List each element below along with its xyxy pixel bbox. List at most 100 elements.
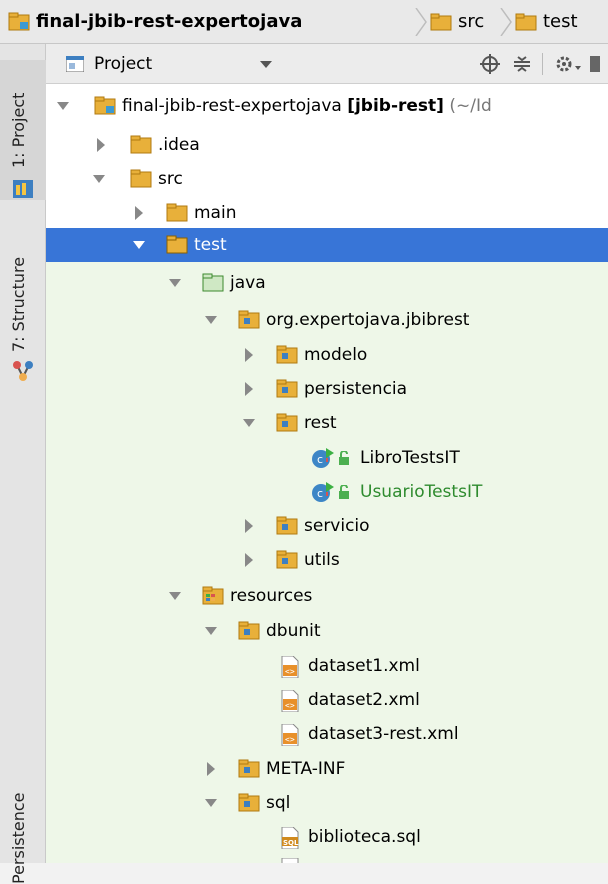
package-icon xyxy=(238,310,260,329)
breadcrumb-test-label: test xyxy=(543,11,578,32)
expanded-arrow-icon xyxy=(205,627,217,635)
tree-node-label: org.expertojava.jbibrest xyxy=(266,310,470,330)
toolbar-divider xyxy=(542,53,543,75)
tree-node-rest[interactable]: rest xyxy=(46,406,608,440)
package-icon xyxy=(238,759,260,778)
breadcrumb-project-label: final-jbib-rest-expertojava xyxy=(36,11,303,32)
module-folder-icon xyxy=(8,12,30,31)
expanded-arrow-icon xyxy=(205,316,217,324)
expanded-arrow-icon xyxy=(93,175,105,183)
tree-node-java[interactable]: java xyxy=(46,266,608,300)
tree-node-dbunit[interactable]: dbunit xyxy=(46,614,608,648)
breadcrumb-src-label: src xyxy=(458,11,485,32)
test-source-folder-icon xyxy=(202,273,224,292)
package-icon xyxy=(276,413,298,432)
tree-node-dataset3-rest[interactable]: <> dataset3-rest.xml xyxy=(46,717,608,751)
tree-node-label: resources xyxy=(230,586,313,606)
tab-structure[interactable]: 7: Structure xyxy=(0,228,46,398)
tree-node-label: test xyxy=(194,235,227,255)
expanded-arrow-icon xyxy=(243,419,255,427)
navigation-breadcrumb: final-jbib-rest-expertojava src test xyxy=(0,0,608,44)
test-folder-icon xyxy=(166,235,188,254)
expanded-arrow-icon xyxy=(133,241,145,249)
package-icon xyxy=(276,379,298,398)
tree-node-librotestsit[interactable]: c LibroTestsIT xyxy=(46,441,608,475)
view-selector-dropdown[interactable]: Project xyxy=(60,44,278,84)
collapsed-arrow-icon xyxy=(245,382,253,396)
tree-node-persistencia[interactable]: persistencia xyxy=(46,372,608,406)
collapsed-arrow-icon xyxy=(245,553,253,567)
tree-node-package-root[interactable]: org.expertojava.jbibrest xyxy=(46,303,608,337)
tree-node-servicio[interactable]: servicio xyxy=(46,509,608,543)
tree-node-label: .idea xyxy=(158,128,200,162)
tree-node-usuariotestsit[interactable]: c UsuarioTestsIT xyxy=(46,475,608,509)
breadcrumb-separator-icon xyxy=(415,8,427,36)
tree-node-dataset1[interactable]: <> dataset1.xml xyxy=(46,649,608,683)
structure-tool-icon xyxy=(13,361,33,381)
tree-node-label: dataset3-rest.xml xyxy=(308,724,459,744)
tree-node-label: dataset1.xml xyxy=(308,656,420,676)
gear-icon[interactable] xyxy=(554,54,582,74)
package-icon xyxy=(276,550,298,569)
root-path: (~/Id xyxy=(449,96,492,116)
tree-node-dataset2[interactable]: <> dataset2.xml xyxy=(46,683,608,717)
file-icon xyxy=(281,858,299,863)
tree-node-label: sql xyxy=(266,793,291,813)
tree-node-label: servicio xyxy=(304,516,370,536)
xml-file-icon: <> xyxy=(281,724,299,746)
expanded-arrow-icon xyxy=(169,279,181,287)
project-tool-icon xyxy=(13,180,33,198)
svg-text:c: c xyxy=(317,453,323,466)
tree-node-label: LibroTestsIT xyxy=(360,448,460,468)
expanded-arrow-icon xyxy=(205,799,217,807)
svg-text:<>: <> xyxy=(285,735,295,744)
tree-node-meta-inf[interactable]: META-INF xyxy=(46,752,608,786)
tree-node-label: biblioteca.sql xyxy=(308,827,421,847)
tree-node-label: java xyxy=(230,273,266,293)
svg-text:c: c xyxy=(317,487,323,500)
locate-icon[interactable] xyxy=(480,54,500,74)
chevron-down-icon xyxy=(260,61,272,68)
tree-node-label: modelo xyxy=(304,345,368,365)
test-class-icon: c xyxy=(312,482,334,502)
tree-node-label: persistencia xyxy=(304,379,408,399)
package-icon xyxy=(276,516,298,535)
folder-icon xyxy=(430,13,452,31)
svg-text:<>: <> xyxy=(285,701,295,710)
folder-icon xyxy=(515,13,537,31)
tree-node-utils[interactable]: utils xyxy=(46,543,608,577)
tab-structure-label: 7: Structure xyxy=(9,256,28,352)
tree-node-label: utils xyxy=(304,550,340,570)
tab-persistence[interactable]: Persistence xyxy=(0,734,46,884)
svg-text:SQL: SQL xyxy=(283,839,299,847)
resources-folder-icon xyxy=(202,586,224,605)
root-project-name: final-jbib-rest-expertojava xyxy=(122,96,342,116)
sql-file-icon: SQL xyxy=(281,827,299,849)
tree-node-test[interactable]: test xyxy=(46,228,608,262)
folder-icon xyxy=(166,203,188,222)
tree-node-sql[interactable]: sql xyxy=(46,786,608,820)
tree-node-resources[interactable]: resources xyxy=(46,579,608,613)
idea-label: idea xyxy=(163,135,200,155)
tree-node-label: rest xyxy=(304,413,337,433)
tool-window-strip: 1: Project 7: Structure Persistence xyxy=(0,44,46,884)
collapsed-arrow-icon xyxy=(135,206,143,220)
collapse-all-icon[interactable] xyxy=(512,54,532,74)
tree-node-partial xyxy=(46,856,608,863)
tree-node-src[interactable]: src xyxy=(46,162,608,196)
expanded-arrow-icon xyxy=(57,102,69,110)
root-module-name: [jbib-rest] xyxy=(347,96,444,116)
package-icon xyxy=(238,793,260,812)
hide-panel-icon[interactable] xyxy=(590,56,604,72)
tree-node-idea[interactable]: .idea xyxy=(46,128,608,162)
tree-node-label: UsuarioTestsIT xyxy=(360,482,483,502)
view-selector-label: Project xyxy=(94,54,153,74)
tree-node-main[interactable]: main xyxy=(46,196,608,230)
tree-node-biblioteca-sql[interactable]: SQL biblioteca.sql xyxy=(46,820,608,854)
tree-node-modelo[interactable]: modelo xyxy=(46,338,608,372)
tree-node-root[interactable]: final-jbib-rest-expertojava [jbib-rest] … xyxy=(46,89,608,123)
tab-project[interactable]: 1: Project xyxy=(0,60,46,200)
lock-icon xyxy=(339,451,349,465)
package-icon xyxy=(238,621,260,640)
collapsed-arrow-icon xyxy=(97,138,105,152)
